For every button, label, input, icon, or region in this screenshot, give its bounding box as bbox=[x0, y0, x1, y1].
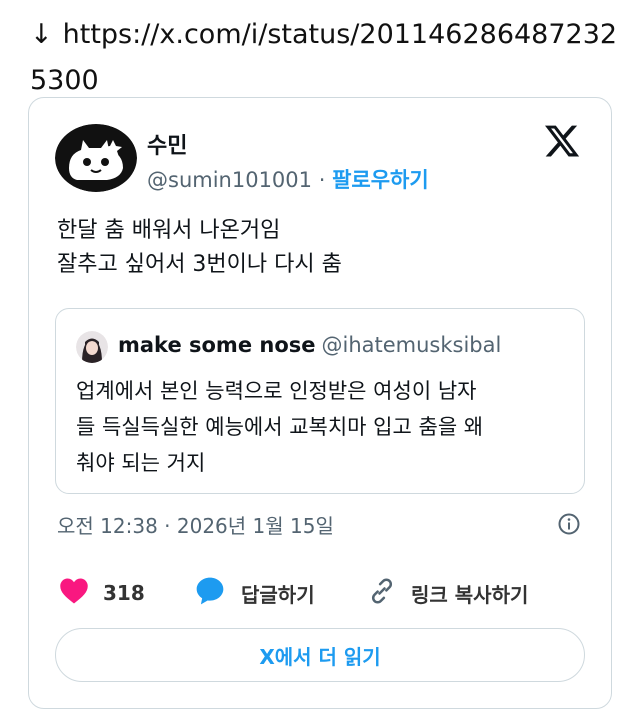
author-avatar[interactable] bbox=[55, 124, 137, 192]
tweet-text-line: 한달 춤 배워서 나온거임 bbox=[57, 218, 281, 243]
status-url[interactable]: https://x.com/i/status/20114628648723253… bbox=[30, 19, 617, 96]
link-icon bbox=[367, 576, 397, 610]
like-button[interactable]: 318 bbox=[59, 568, 145, 618]
tweet-text-line: 잘추고 싶어서 3번이나 다시 춤 bbox=[57, 252, 342, 277]
quoted-text-line: 춰야 되는 거지 bbox=[76, 451, 206, 475]
quoted-text-line: 들 득실득실한 예능에서 교복치마 입고 춤을 왜 bbox=[76, 415, 484, 439]
copy-link-button[interactable]: 링크 복사하기 bbox=[367, 568, 528, 618]
read-more-button[interactable]: X에서 더 읽기 bbox=[55, 628, 585, 682]
author-handle-row: @sumin101001 · 팔로우하기 bbox=[147, 164, 429, 194]
quoted-author-handle[interactable]: @ihatemusksibal bbox=[322, 333, 502, 357]
author-handle[interactable]: @sumin101001 bbox=[147, 168, 312, 192]
speech-bubble-icon bbox=[193, 575, 227, 611]
x-logo-icon[interactable] bbox=[543, 122, 581, 160]
status-link[interactable]: ↓ https://x.com/i/status/2011462864872325… bbox=[30, 12, 626, 104]
quoted-author-avatar[interactable] bbox=[76, 331, 108, 363]
reply-label: 답글하기 bbox=[241, 582, 315, 607]
copy-link-label: 링크 복사하기 bbox=[411, 582, 529, 607]
quoted-tweet[interactable]: make some nose @ihatemusksibal 업계에서 본인 능력… bbox=[55, 308, 585, 494]
down-arrow-icon: ↓ bbox=[30, 19, 53, 50]
like-count: 318 bbox=[103, 581, 145, 605]
info-icon[interactable] bbox=[557, 512, 581, 536]
author-name[interactable]: 수민 bbox=[147, 128, 187, 160]
quoted-author-row: make some nose @ihatemusksibal bbox=[118, 333, 501, 357]
quoted-author-name[interactable]: make some nose bbox=[118, 333, 316, 357]
tweet-text: 한달 춤 배워서 나온거임 잘추고 싶어서 3번이나 다시 춤 bbox=[57, 214, 587, 282]
follow-button[interactable]: 팔로우하기 bbox=[332, 168, 429, 192]
quoted-tweet-text: 업계에서 본인 능력으로 인정받은 여성이 남자 들 득실득실한 예능에서 교복… bbox=[76, 373, 566, 481]
tweet-timestamp[interactable]: 오전 12:38 · 2026년 1월 15일 bbox=[57, 510, 334, 539]
heart-icon bbox=[59, 577, 89, 609]
quoted-text-line: 업계에서 본인 능력으로 인정받은 여성이 남자 bbox=[76, 379, 477, 403]
reply-button[interactable]: 답글하기 bbox=[193, 568, 315, 618]
embedded-tweet-card: 수민 @sumin101001 · 팔로우하기 한달 춤 배워서 나온거임 잘추… bbox=[28, 97, 612, 709]
tweet-actions: 318 답글하기 링크 복사하기 bbox=[29, 568, 611, 618]
separator-dot: · bbox=[318, 168, 326, 192]
